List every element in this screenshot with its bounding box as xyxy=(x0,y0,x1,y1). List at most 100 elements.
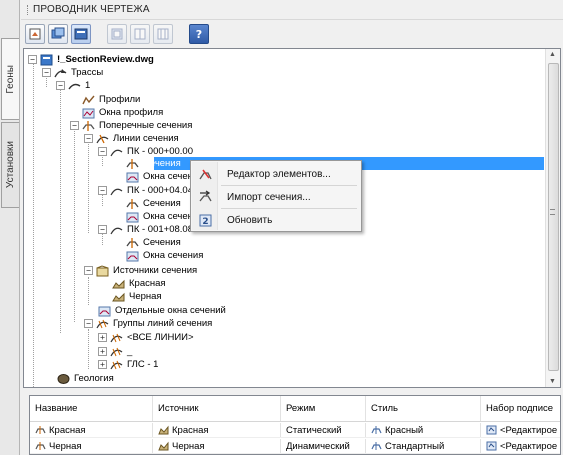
column-header-style[interactable]: Стиль xyxy=(366,396,481,421)
collapse-icon[interactable]: − xyxy=(98,225,107,234)
sample-line-icon xyxy=(109,146,123,158)
sample-lines-icon xyxy=(95,133,109,145)
menu-item-label: Редактор элементов... xyxy=(227,168,331,180)
tree-label: ГЛС - 1 xyxy=(127,359,159,370)
expand-icon[interactable]: + xyxy=(98,347,107,356)
tree-node-source-red[interactable]: Красная xyxy=(111,277,167,290)
tree-node-profiles[interactable]: Профили xyxy=(81,93,141,106)
collapse-icon[interactable]: − xyxy=(56,81,65,90)
tree-node-profile-views[interactable]: Окна профиля xyxy=(81,106,164,119)
menu-item-label: Импорт сечения... xyxy=(227,191,311,203)
tree-node-sections-1[interactable]: Сечения xyxy=(125,157,182,170)
tree-node-sample-line-groups[interactable]: − Группы линий сечения xyxy=(84,317,213,330)
window-button[interactable] xyxy=(107,24,127,44)
tree-node-alignments[interactable]: − Трассы xyxy=(42,66,104,79)
scroll-thumb[interactable] xyxy=(548,63,559,371)
pin-icon-button[interactable] xyxy=(25,24,45,44)
style-icon xyxy=(371,442,382,450)
edit-elements-icon xyxy=(193,165,217,183)
scroll-down-icon[interactable]: ▼ xyxy=(549,378,556,385)
surface-icon xyxy=(111,291,125,303)
section-views-icon xyxy=(125,211,139,223)
collapse-icon[interactable]: − xyxy=(28,55,37,64)
tab-settings[interactable]: Установки xyxy=(1,122,19,208)
tree-node-sample-lines[interactable]: − Линии сечения xyxy=(84,132,180,145)
surface-icon xyxy=(158,425,169,435)
row-style[interactable]: Красный xyxy=(385,425,423,436)
tree-node-single-views[interactable]: Отдельные окна сечений xyxy=(97,304,227,317)
tree-label: !_SectionReview.dwg xyxy=(57,54,154,65)
tree-label: ПК - 000+04.04 xyxy=(127,185,193,196)
collapse-icon[interactable]: − xyxy=(98,147,107,156)
sections-icon xyxy=(125,198,139,210)
svg-text:2: 2 xyxy=(202,217,208,227)
grip-icon[interactable] xyxy=(27,4,29,15)
scroll-up-icon[interactable]: ▲ xyxy=(549,51,556,58)
tree-label: Сечения xyxy=(143,237,181,248)
tree-node-geology[interactable]: Геология xyxy=(56,372,115,385)
tree-node-all-lines[interactable]: + <ВСЕ ЛИНИИ> xyxy=(98,331,195,344)
tree-label: Сечения xyxy=(143,158,181,169)
tab-geons-label: Геоны xyxy=(5,64,16,94)
section-views-icon xyxy=(125,171,139,183)
tree-label: ПК - 000+00.00 xyxy=(127,146,193,157)
row-label-set[interactable]: <Редактирое xyxy=(500,441,557,452)
row-mode[interactable]: Динамический xyxy=(281,439,366,453)
layers-icon xyxy=(51,27,65,39)
tree-node-source-black[interactable]: Черная xyxy=(111,290,163,303)
row-label-set[interactable]: <Редактирое xyxy=(500,425,557,436)
profiles-icon xyxy=(81,94,95,106)
collapse-icon[interactable]: − xyxy=(84,266,93,275)
collapse-icon[interactable]: − xyxy=(42,68,51,77)
layers-button[interactable] xyxy=(48,24,68,44)
column-header-label-set[interactable]: Набор подписе xyxy=(481,396,560,421)
table-row[interactable]: Черная Черная Динамический Стандартный <… xyxy=(30,439,560,454)
tree-node-group-gls[interactable]: + ГЛС - 1 xyxy=(98,358,159,371)
column-header-name[interactable]: Название xyxy=(30,396,153,421)
tree-label: Сечения xyxy=(143,198,181,209)
menu-item-edit[interactable]: Редактор элементов... xyxy=(193,164,359,184)
profile-views-icon xyxy=(81,107,95,119)
tree-node-station-3[interactable]: − ПК - 001+08.08 xyxy=(98,223,194,236)
tree-label: Линии сечения xyxy=(113,133,179,144)
table-row[interactable]: Красная Красная Статический Красный <Ред… xyxy=(30,423,560,438)
column-header-source[interactable]: Источник xyxy=(153,396,281,421)
tree-label: ПК - 001+08.08 xyxy=(127,224,193,235)
tree-node-section-sources[interactable]: − Источники сечения xyxy=(84,264,198,277)
split-button[interactable] xyxy=(130,24,150,44)
tree-node-cross-sections[interactable]: − Поперечные сечения xyxy=(70,119,193,132)
import-section-icon xyxy=(193,188,217,206)
row-name: Красная xyxy=(49,424,86,436)
tree-node-station-2[interactable]: − ПК - 000+04.04 xyxy=(98,184,194,197)
row-mode[interactable]: Статический xyxy=(281,423,366,437)
tab-geons[interactable]: Геоны xyxy=(1,38,19,120)
tree-vertical-scrollbar[interactable]: ▲ ▼ xyxy=(545,49,560,387)
context-menu: Редактор элементов... Импорт сечения... … xyxy=(190,160,362,232)
collapse-icon[interactable]: − xyxy=(98,186,107,195)
menu-separator xyxy=(221,185,357,186)
cross-sections-icon xyxy=(81,120,95,132)
row-style[interactable]: Стандартный xyxy=(385,441,444,452)
expand-icon[interactable]: + xyxy=(98,360,107,369)
collapse-icon[interactable]: − xyxy=(84,319,93,328)
sample-line-group-icon xyxy=(95,318,109,330)
menu-item-refresh[interactable]: 2 Обновить xyxy=(193,210,359,230)
split2-button[interactable] xyxy=(153,24,173,44)
expand-icon[interactable]: + xyxy=(98,333,107,342)
tree-node-sections-3[interactable]: Сечения xyxy=(125,236,182,249)
tree-node-section-views-3[interactable]: Окна сечения xyxy=(125,249,204,262)
alignments-icon xyxy=(53,67,67,79)
tree-node-drawing[interactable]: − !_SectionReview.dwg xyxy=(28,53,155,66)
tree-node-group-blank[interactable]: + _ xyxy=(98,345,133,358)
layers-active-button[interactable] xyxy=(71,24,91,44)
collapse-icon[interactable]: − xyxy=(70,121,79,130)
tree-label: Профили xyxy=(99,94,141,105)
menu-item-import[interactable]: Импорт сечения... xyxy=(193,187,359,207)
sample-line-icon xyxy=(109,185,123,197)
tree-node-sections-2[interactable]: Сечения xyxy=(125,197,182,210)
svg-text:?: ? xyxy=(196,28,202,41)
collapse-icon[interactable]: − xyxy=(84,134,93,143)
column-header-mode[interactable]: Режим xyxy=(281,396,366,421)
help-button[interactable]: ? xyxy=(189,24,209,44)
tree-node-alignment-1[interactable]: − 1 xyxy=(56,79,91,92)
